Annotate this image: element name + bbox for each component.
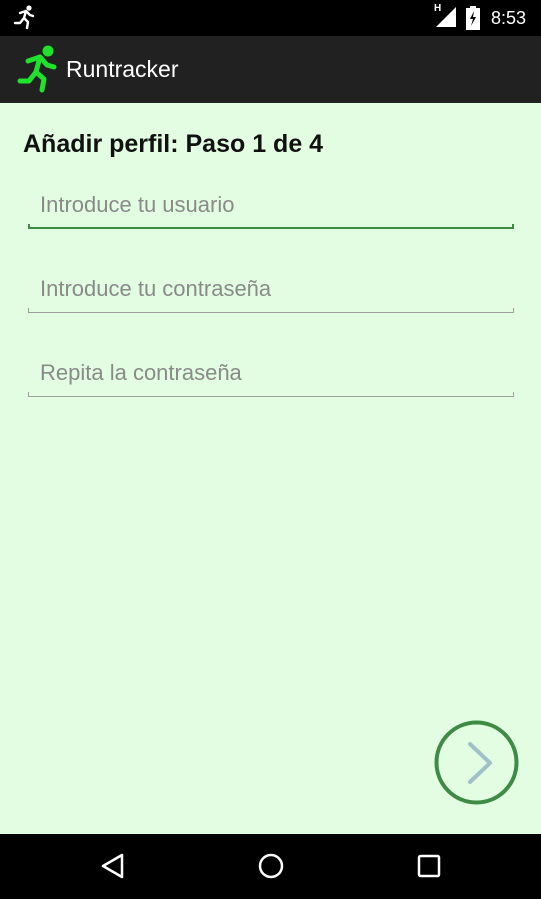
password-field-container (28, 269, 514, 313)
battery-charging-icon (466, 6, 480, 35)
recents-square-icon[interactable] (416, 852, 442, 885)
chevron-right-icon (434, 720, 519, 805)
app-title: Runtracker (66, 56, 179, 82)
app-logo-running-man-icon (16, 44, 62, 99)
repeat-password-input[interactable] (28, 353, 514, 393)
password-input[interactable] (28, 269, 514, 309)
running-man-icon (12, 4, 38, 35)
username-underline (28, 224, 514, 229)
password-underline (28, 308, 514, 313)
username-field-container (28, 185, 514, 229)
home-circle-icon[interactable] (257, 852, 285, 885)
main-content: Añadir perfil: Paso 1 de 4 (0, 103, 541, 834)
signal-icon (434, 7, 458, 32)
repeat-password-underline (28, 392, 514, 397)
status-bar: H 8:53 (0, 0, 541, 36)
next-button[interactable] (434, 720, 519, 805)
repeat-password-field-container (28, 353, 514, 397)
back-triangle-icon[interactable] (100, 852, 126, 885)
app-bar: Runtracker (0, 36, 541, 103)
page-title: Añadir perfil: Paso 1 de 4 (23, 130, 324, 158)
username-input[interactable] (28, 185, 514, 225)
navigation-bar (0, 834, 541, 899)
status-time: 8:53 (491, 8, 527, 28)
